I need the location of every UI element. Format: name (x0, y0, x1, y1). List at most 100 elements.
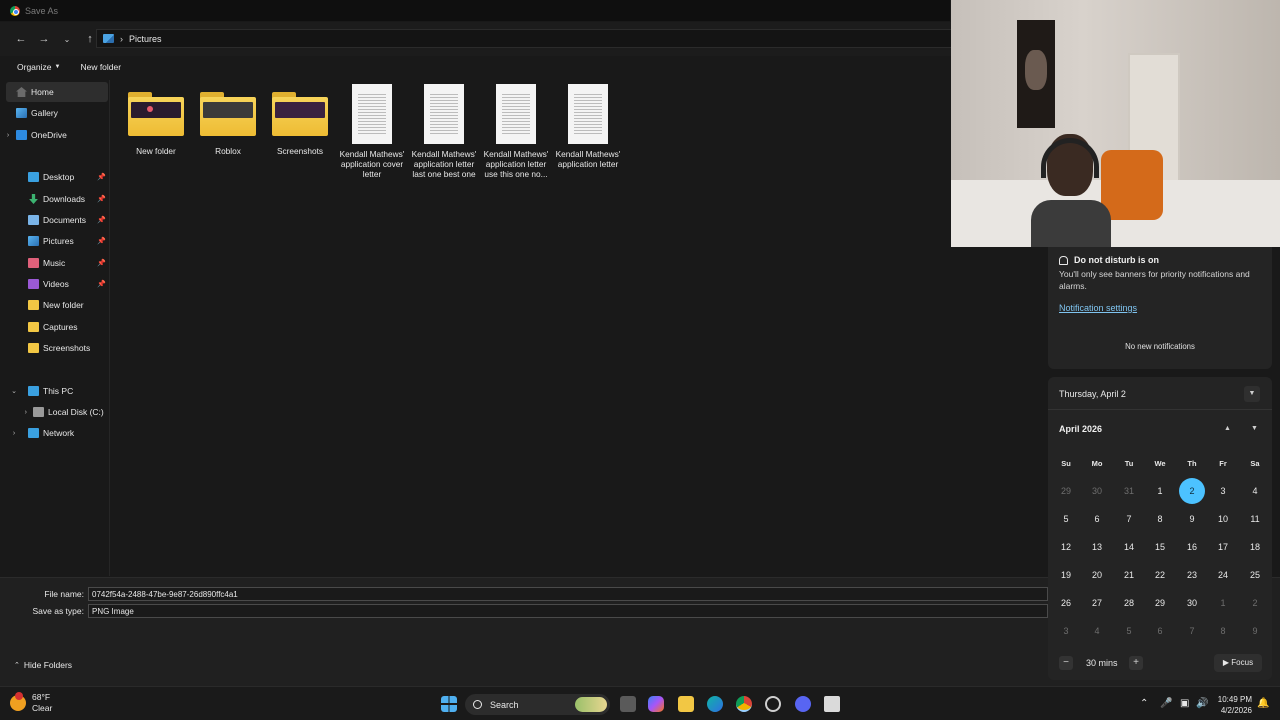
calendar-day[interactable]: 21 (1116, 562, 1142, 588)
microphone-icon[interactable]: 🎤 (1160, 698, 1172, 709)
sidebar-item-captures[interactable]: Captures (0, 317, 108, 337)
calendar-day[interactable]: 9 (1242, 618, 1268, 644)
calendar-day[interactable]: 26 (1053, 590, 1079, 616)
sidebar-item-downloads[interactable]: Downloads 📌 (0, 189, 108, 209)
calendar-day[interactable]: 29 (1053, 478, 1079, 504)
calendar-day[interactable]: 7 (1116, 506, 1142, 532)
calendar-day[interactable]: 5 (1116, 618, 1142, 644)
sidebar-item-local-disk[interactable]: › Local Disk (C:) (0, 402, 108, 422)
calendar-day[interactable]: 12 (1053, 534, 1079, 560)
calendar-day[interactable]: 13 (1084, 534, 1110, 560)
sidebar-item-music[interactable]: Music 📌 (0, 253, 108, 273)
calendar-day[interactable]: 18 (1242, 534, 1268, 560)
calendar-day[interactable]: 3 (1053, 618, 1079, 644)
hide-folders-button[interactable]: ⌃ Hide Folders (14, 660, 72, 670)
focus-button[interactable]: ▶ Focus (1214, 654, 1262, 672)
calendar-day[interactable]: 16 (1179, 534, 1205, 560)
calendar-day[interactable]: 15 (1147, 534, 1173, 560)
expand-chevron-icon[interactable]: › (0, 409, 33, 416)
chevron-up-icon[interactable]: ⌃ (1140, 698, 1148, 709)
discord-icon[interactable] (795, 696, 811, 712)
sidebar-item-screenshots[interactable]: Screenshots (0, 338, 108, 358)
calendar-day[interactable]: 23 (1179, 562, 1205, 588)
system-clock[interactable]: 10:49 PM 4/2/2026 (1214, 694, 1252, 716)
folder-item[interactable]: New folder (120, 84, 192, 156)
calendar-day[interactable]: 19 (1053, 562, 1079, 588)
calendar-day[interactable]: 27 (1084, 590, 1110, 616)
sidebar-item-onedrive[interactable]: › OneDrive (0, 125, 108, 145)
weather-widget[interactable]: 68°F Clear (10, 692, 52, 714)
network-icon[interactable]: ▣ (1180, 698, 1189, 709)
folder-item[interactable]: Roblox (192, 84, 264, 156)
settings-gear-icon[interactable] (765, 696, 781, 712)
calendar-day[interactable]: 4 (1242, 478, 1268, 504)
collapse-chevron-icon[interactable]: ▼ (1244, 386, 1260, 402)
expand-chevron-icon[interactable]: › (0, 132, 16, 139)
calendar-day[interactable]: 9 (1179, 506, 1205, 532)
month-title[interactable]: April 2026 (1059, 424, 1102, 434)
sidebar-item-network[interactable]: › Network (0, 423, 108, 443)
sidebar-item-new-folder[interactable]: New folder (0, 295, 108, 315)
calendar-day[interactable]: 8 (1210, 618, 1236, 644)
organize-button[interactable]: Organize ▼ (17, 62, 60, 72)
calendar-day[interactable]: 28 (1116, 590, 1142, 616)
back-arrow-icon[interactable]: ← (12, 30, 30, 48)
calendar-day[interactable]: 3 (1210, 478, 1236, 504)
sidebar-item-this-pc[interactable]: ⌄ This PC (0, 381, 108, 401)
breadcrumb-pictures[interactable]: Pictures (129, 34, 162, 44)
notification-bell-icon[interactable]: 🔔 (1257, 698, 1269, 709)
calendar-day[interactable]: 8 (1147, 506, 1173, 532)
calendar-day[interactable]: 10 (1210, 506, 1236, 532)
calendar-day[interactable]: 2 (1242, 590, 1268, 616)
calendar-day[interactable]: 30 (1179, 590, 1205, 616)
sidebar-item-home[interactable]: Home (6, 82, 108, 102)
previous-month-arrow-icon[interactable]: ▲ (1224, 425, 1231, 432)
calendar-day[interactable]: 29 (1147, 590, 1173, 616)
sidebar-item-gallery[interactable]: Gallery (0, 103, 108, 123)
notepad-icon[interactable] (824, 696, 840, 712)
sidebar-item-videos[interactable]: Videos 📌 (0, 274, 108, 294)
file-explorer-icon[interactable] (678, 696, 694, 712)
calendar-day[interactable]: 22 (1147, 562, 1173, 588)
calendar-day[interactable]: 7 (1179, 618, 1205, 644)
new-folder-button[interactable]: New folder (80, 62, 121, 72)
expand-chevron-icon[interactable]: › (0, 430, 28, 437)
calendar-day[interactable]: 5 (1053, 506, 1079, 532)
document-item[interactable]: Kendall Mathews' application cover lette… (336, 84, 408, 179)
calendar-day[interactable]: 1 (1210, 590, 1236, 616)
calendar-day[interactable]: 4 (1084, 618, 1110, 644)
save-type-select[interactable]: PNG Image (88, 604, 1048, 618)
increase-focus-button[interactable]: + (1129, 656, 1143, 670)
folder-item[interactable]: Screenshots (264, 84, 336, 156)
calendar-day[interactable]: 6 (1147, 618, 1173, 644)
next-month-arrow-icon[interactable]: ▼ (1251, 425, 1258, 432)
calendar-day[interactable]: 1 (1147, 478, 1173, 504)
calendar-day[interactable]: 31 (1116, 478, 1142, 504)
sidebar-item-desktop[interactable]: Desktop 📌 (0, 167, 108, 187)
taskbar-search[interactable]: Search (465, 694, 610, 715)
calendar-day[interactable]: 11 (1242, 506, 1268, 532)
forward-arrow-icon[interactable]: → (35, 30, 53, 48)
notification-settings-link[interactable]: Notification settings (1059, 303, 1137, 313)
document-item[interactable]: Kendall Mathews' application letter (552, 84, 624, 169)
calendar-day[interactable]: 30 (1084, 478, 1110, 504)
calendar-day[interactable]: 14 (1116, 534, 1142, 560)
volume-icon[interactable]: 🔊 (1196, 698, 1208, 709)
breadcrumb-chevron-icon[interactable]: › (120, 34, 123, 44)
file-name-input[interactable]: 0742f54a-2488-47be-9e87-26d890ffc4a1 (88, 587, 1048, 601)
sidebar-item-documents[interactable]: Documents 📌 (0, 210, 108, 230)
collapse-chevron-icon[interactable]: ⌄ (0, 387, 28, 395)
recent-locations-chevron-icon[interactable]: ⌄ (58, 30, 76, 48)
calendar-day[interactable]: 24 (1210, 562, 1236, 588)
decrease-focus-button[interactable]: − (1059, 656, 1073, 670)
calendar-day[interactable]: 6 (1084, 506, 1110, 532)
edge-icon[interactable] (707, 696, 723, 712)
document-item[interactable]: Kendall Mathews' application letter use … (480, 84, 552, 179)
sidebar-item-pictures[interactable]: Pictures 📌 (0, 231, 108, 251)
calendar-day[interactable]: 20 (1084, 562, 1110, 588)
calendar-day[interactable]: 17 (1210, 534, 1236, 560)
copilot-icon[interactable] (648, 696, 664, 712)
document-item[interactable]: Kendall Mathews' application letter last… (408, 84, 480, 179)
chrome-icon[interactable] (736, 696, 752, 712)
calendar-day[interactable]: 2 (1179, 478, 1205, 504)
